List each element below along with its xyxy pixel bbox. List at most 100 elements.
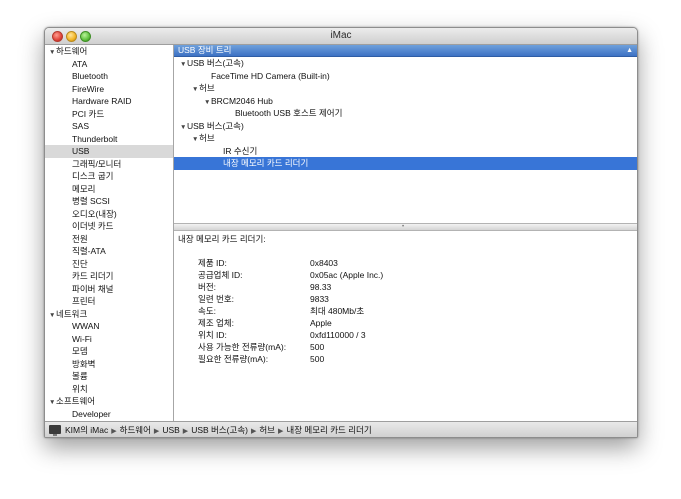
usb-tree-row-label: Bluetooth USB 호스트 제어기 bbox=[235, 108, 343, 118]
sidebar-item[interactable]: 그래픽/모니터 bbox=[45, 158, 173, 171]
usb-tree-row-label: IR 수신기 bbox=[223, 145, 258, 156]
detail-value: Apple bbox=[310, 318, 332, 328]
sidebar-item[interactable]: Developer bbox=[45, 408, 173, 421]
disclosure-triangle-icon[interactable]: ▼ bbox=[192, 84, 199, 97]
breadcrumb-separator-icon: ▶ bbox=[182, 428, 189, 435]
sidebar-item[interactable]: PCI 카드 bbox=[45, 108, 173, 121]
usb-tree-header[interactable]: USB 장비 트리 ▲ bbox=[174, 45, 637, 57]
breadcrumb-item[interactable]: 하드웨어 bbox=[120, 425, 151, 435]
sidebar-item[interactable]: Bluetooth bbox=[45, 70, 173, 83]
detail-row: 제조 업체: Apple bbox=[198, 317, 383, 329]
detail-label: 필요한 전류량(mA): bbox=[198, 354, 269, 364]
detail-row: 일련 번호: 9833 bbox=[198, 293, 383, 305]
sidebar-item[interactable]: 오디오(내장) bbox=[45, 208, 173, 221]
detail-label: 위치 ID: bbox=[198, 330, 227, 340]
breadcrumb: KIM의 iMac ▶ 하드웨어 ▶ USB ▶ USB 버스(고속) ▶ 허브 ▶ 내장 메모리 … bbox=[65, 422, 372, 437]
detail-row: 위치 ID: 0xfd110000 / 3 bbox=[198, 329, 383, 341]
sidebar-group[interactable]: ▼네트워크 bbox=[45, 308, 173, 321]
detail-value: 500 bbox=[310, 354, 325, 364]
sidebar-item[interactable]: FireWire bbox=[45, 83, 173, 96]
detail-label: 사용 가능한 전류량(mA): bbox=[198, 342, 287, 352]
sidebar-item[interactable]: 디스크 굽기 bbox=[45, 170, 173, 183]
usb-tree-row[interactable]: 내장 메모리 카드 리더기 bbox=[174, 157, 637, 170]
disclosure-triangle-icon[interactable]: ▼ bbox=[192, 134, 199, 147]
usb-device-tree: USB 장비 트리 ▲ ▼USB 버스(고속) FaceTime HD Camer… bbox=[174, 45, 637, 223]
sort-arrow-icon[interactable]: ▲ bbox=[626, 45, 633, 56]
sidebar-item[interactable]: Thunderbolt bbox=[45, 133, 173, 146]
sidebar-item[interactable]: ATA bbox=[45, 58, 173, 71]
sidebar-group[interactable]: ▼하드웨어 bbox=[45, 45, 173, 58]
sidebar-item[interactable]: WWAN bbox=[45, 320, 173, 333]
breadcrumb-separator-icon: ▶ bbox=[111, 428, 117, 435]
detail-label: 속도: bbox=[198, 306, 217, 316]
detail-value: 최대 480Mb/초 bbox=[310, 306, 365, 316]
sidebar-item[interactable]: 프린터 bbox=[45, 295, 173, 308]
usb-tree-rows: ▼USB 버스(고속) FaceTime HD Camera (Built-in)… bbox=[174, 57, 637, 170]
title-bar: iMac bbox=[45, 28, 637, 45]
breadcrumb-item[interactable]: 허브 bbox=[259, 425, 275, 435]
disclosure-triangle-icon[interactable]: ▼ bbox=[49, 310, 56, 323]
sidebar-item[interactable]: USB bbox=[45, 145, 173, 158]
detail-value: 9833 bbox=[310, 294, 329, 304]
breadcrumb-separator-icon: ▶ bbox=[153, 428, 160, 435]
detail-label: 제품 ID: bbox=[198, 258, 227, 268]
detail-label: 공급업체 ID: bbox=[198, 270, 243, 280]
detail-label: 버전: bbox=[198, 282, 217, 292]
disclosure-triangle-icon[interactable]: ▼ bbox=[180, 59, 187, 72]
sidebar-group-label: 하드웨어 bbox=[56, 46, 88, 56]
sidebar-item[interactable]: 위치 bbox=[45, 383, 173, 396]
usb-tree-row-label: 허브 bbox=[199, 83, 215, 93]
usb-tree-row[interactable]: ▼USB 버스(고속) bbox=[174, 57, 637, 70]
usb-tree-row[interactable]: Bluetooth USB 호스트 제어기 bbox=[174, 107, 637, 120]
detail-row: 사용 가능한 전류량(mA): 500 bbox=[198, 341, 383, 353]
detail-value: 98.33 bbox=[310, 282, 332, 292]
detail-value: 0x8403 bbox=[310, 258, 338, 268]
usb-tree-row[interactable]: ▼USB 버스(고속) bbox=[174, 120, 637, 133]
usb-tree-row[interactable]: IR 수신기 bbox=[174, 145, 637, 158]
usb-tree-row[interactable]: ▼허브 bbox=[174, 82, 637, 95]
detail-label: 일련 번호: bbox=[198, 294, 235, 304]
sidebar-item[interactable]: 이더넷 카드 bbox=[45, 220, 173, 233]
usb-tree-row[interactable]: ▼허브 bbox=[174, 132, 637, 145]
sidebar-group-label: 네트워크 bbox=[56, 308, 88, 319]
breadcrumb-item[interactable]: USB bbox=[162, 425, 179, 435]
usb-tree-row[interactable]: FaceTime HD Camera (Built-in) bbox=[174, 70, 637, 83]
sidebar-item[interactable]: 전원 bbox=[45, 233, 173, 246]
detail-value: 500 bbox=[310, 342, 325, 352]
sidebar-item[interactable]: 볼륨 bbox=[45, 370, 173, 383]
detail-title: 내장 메모리 카드 리더기: bbox=[178, 234, 266, 244]
sidebar-item[interactable]: 직렬-ATA bbox=[45, 245, 173, 258]
sidebar-item[interactable]: 병렬 SCSI bbox=[45, 195, 173, 208]
disclosure-triangle-icon[interactable]: ▼ bbox=[49, 47, 56, 60]
sidebar-item[interactable]: Hardware RAID bbox=[45, 95, 173, 108]
breadcrumb-item[interactable]: KIM의 iMac bbox=[65, 425, 108, 435]
detail-row: 속도: 최대 480Mb/초 bbox=[198, 305, 383, 317]
sidebar-item[interactable]: SAS bbox=[45, 120, 173, 133]
usb-tree-row-label: 내장 메모리 카드 리더기 bbox=[223, 158, 309, 168]
splitter-handle-icon[interactable]: • bbox=[402, 224, 404, 230]
sidebar-item[interactable]: 카드 리더기 bbox=[45, 270, 173, 283]
sidebar-item[interactable]: 진단 bbox=[45, 258, 173, 271]
usb-tree-header-label: USB 장비 트리 bbox=[178, 45, 232, 55]
breadcrumb-item[interactable]: 내장 메모리 카드 리더기 bbox=[286, 425, 371, 435]
disclosure-triangle-icon[interactable]: ▼ bbox=[204, 97, 211, 110]
breadcrumb-item[interactable]: USB 버스(고속) bbox=[191, 425, 248, 435]
usb-tree-row-label: 허브 bbox=[199, 133, 215, 143]
breadcrumb-separator-icon: ▶ bbox=[250, 428, 257, 435]
usb-tree-row-label: USB 버스(고속) bbox=[187, 120, 244, 131]
detail-label: 제조 업체: bbox=[198, 318, 235, 328]
sidebar-item[interactable]: 방화벽 bbox=[45, 358, 173, 371]
pane-splitter[interactable]: • bbox=[174, 223, 637, 231]
sidebar-item[interactable]: 모뎀 bbox=[45, 345, 173, 358]
sidebar-item[interactable]: 메모리 bbox=[45, 183, 173, 196]
sidebar-item[interactable]: Wi-Fi bbox=[45, 333, 173, 346]
sidebar-item[interactable]: 파이버 채널 bbox=[45, 283, 173, 296]
usb-tree-row-label: BRCM2046 Hub bbox=[211, 95, 273, 106]
sidebar-group[interactable]: ▼소프트웨어 bbox=[45, 395, 173, 408]
disclosure-triangle-icon[interactable]: ▼ bbox=[180, 122, 187, 135]
usb-tree-row[interactable]: ▼BRCM2046 Hub bbox=[174, 95, 637, 108]
imac-icon bbox=[49, 425, 61, 436]
device-detail-panel: 내장 메모리 카드 리더기: 제품 ID: 0x8403 공급업체 ID: 0x05a… bbox=[174, 231, 637, 421]
disclosure-triangle-icon[interactable]: ▼ bbox=[49, 397, 56, 410]
detail-properties: 제품 ID: 0x8403 공급업체 ID: 0x05ac (Apple Inc.) 버… bbox=[198, 257, 383, 365]
